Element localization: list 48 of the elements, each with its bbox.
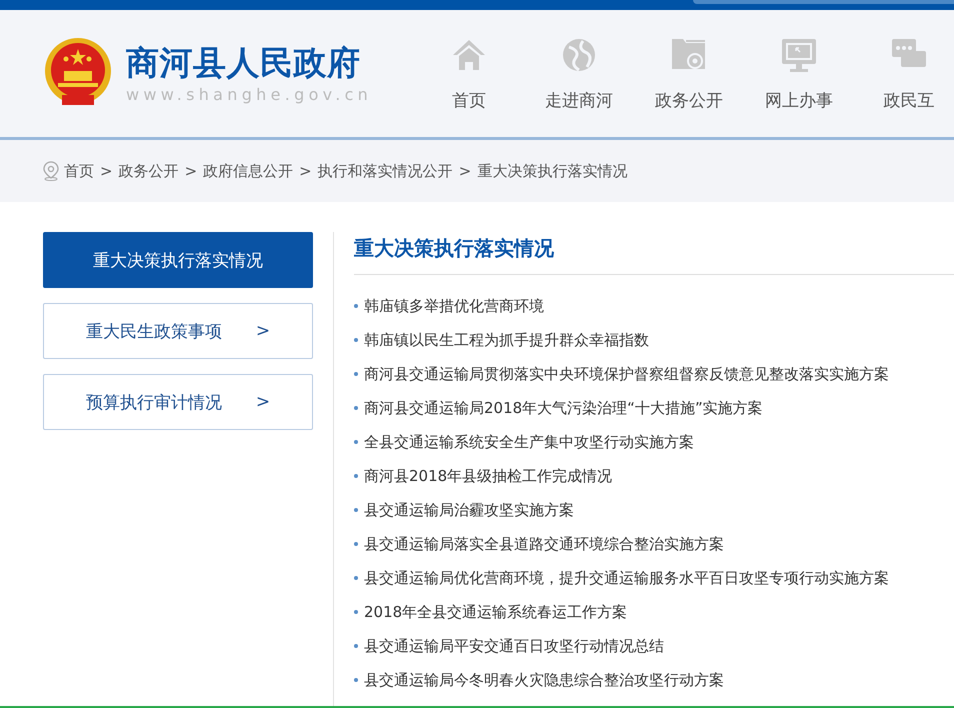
- breadcrumb-link[interactable]: 重大决策执行落实情况: [477, 162, 628, 180]
- nav-item[interactable]: 政务公开: [634, 37, 744, 112]
- breadcrumb-link[interactable]: 政务公开: [118, 162, 179, 180]
- breadcrumb-link[interactable]: 执行和落实情况公开: [318, 162, 453, 180]
- nav-item[interactable]: 政民互: [854, 37, 954, 112]
- sidebar-item[interactable]: 重大民生政策事项 >: [43, 303, 313, 359]
- nav-item[interactable]: 网上办事: [744, 37, 854, 112]
- sidebar-item[interactable]: 预算执行审计情况 >: [43, 374, 313, 430]
- article-link[interactable]: 2018年全县交通运输系统春运工作方案: [364, 602, 628, 622]
- article-link[interactable]: 全县交通运输系统安全生产集中攻坚行动实施方案: [364, 432, 694, 452]
- article-link[interactable]: 县交通运输局平安交通百日攻坚行动情况总结: [364, 636, 664, 656]
- bullet-icon: [354, 610, 358, 614]
- bullet-icon: [354, 474, 358, 478]
- breadcrumb-link[interactable]: 首页: [64, 162, 94, 180]
- bullet-icon: [354, 406, 358, 410]
- article-link[interactable]: 县交通运输局优化营商环境，提升交通运输服务水平百日攻坚专项行动实施方案: [364, 568, 889, 588]
- bullet-icon: [354, 576, 358, 580]
- home-icon: [451, 37, 488, 73]
- article-link[interactable]: 商河县交通运输局2018年大气污染治理“十大措施”实施方案: [364, 398, 763, 418]
- monitor-icon: [781, 37, 818, 73]
- article-link[interactable]: 韩庙镇多举措优化营商环境: [364, 296, 544, 316]
- article-link[interactable]: 县交通运输局落实全县道路交通环境综合整治实施方案: [364, 534, 724, 554]
- site-title: 商河县人民政府: [126, 42, 362, 82]
- site-url: www.shanghe.gov.cn: [126, 84, 372, 104]
- article-link[interactable]: 商河县交通运输局贯彻落实中央环境保护督察组督察反馈意见整改落实实施方案: [364, 364, 889, 384]
- bullet-icon: [354, 338, 358, 342]
- breadcrumb-separator: >: [100, 162, 113, 180]
- breadcrumb-separator: >: [184, 162, 198, 180]
- article-link[interactable]: 商河县2018年县级抽检工作完成情况: [364, 466, 612, 486]
- bullet-icon: [354, 542, 358, 546]
- bullet-icon: [354, 372, 358, 376]
- globe-icon: [561, 37, 598, 73]
- bullet-icon: [354, 678, 358, 682]
- sidebar-item[interactable]: 重大决策执行落实情况: [43, 232, 313, 288]
- nav-item[interactable]: 首页: [414, 37, 524, 112]
- bullet-icon: [354, 304, 358, 308]
- breadcrumb-separator: >: [299, 162, 312, 180]
- article-link[interactable]: 韩庙镇以民生工程为抓手提升群众幸福指数: [364, 330, 649, 350]
- article-link[interactable]: 县交通运输局今冬明春火灾隐患综合整治攻坚行动方案: [364, 670, 724, 690]
- bullet-icon: [354, 508, 358, 512]
- article-link[interactable]: 县交通运输局治霾攻坚实施方案: [364, 500, 574, 520]
- breadcrumb-separator: >: [458, 162, 472, 180]
- bullet-icon: [354, 644, 358, 648]
- location-pin-icon: [42, 161, 60, 181]
- section-title: 重大决策执行落实情况: [354, 232, 954, 275]
- breadcrumb-link[interactable]: 政府信息公开: [203, 162, 294, 180]
- nav-item[interactable]: 走进商河: [524, 37, 634, 112]
- bullet-icon: [354, 440, 358, 444]
